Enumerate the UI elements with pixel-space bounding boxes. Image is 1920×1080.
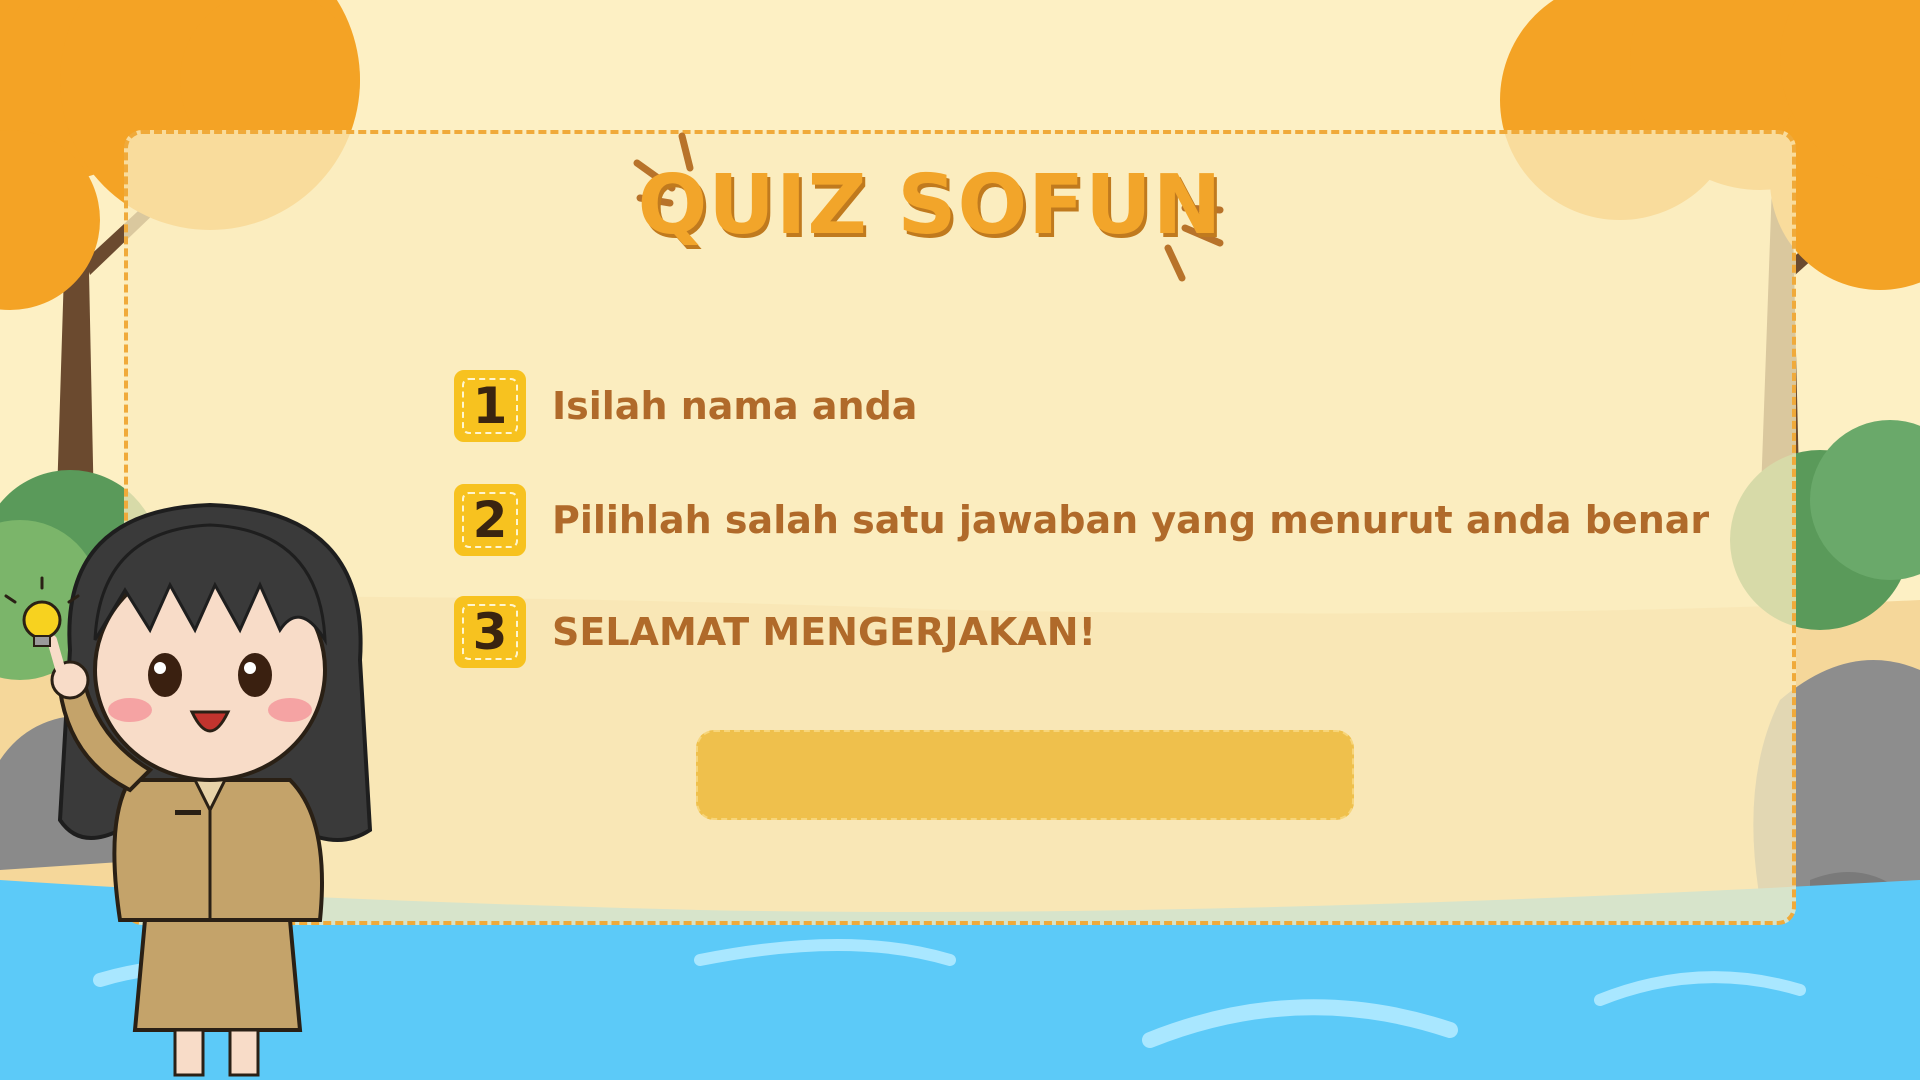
teacher-character-icon	[4, 502, 373, 1077]
title-block: QUIZ SOFUN	[620, 128, 1240, 288]
rule-item-2: 2 Pilihlah salah satu jawaban yang menur…	[454, 482, 1709, 558]
rule-item-3: 3 SELAMAT MENGERJAKAN!	[454, 594, 1096, 670]
number-badge: 2	[454, 484, 526, 556]
rule-item-1: 1 Isilah nama anda	[454, 368, 917, 444]
rule-text: Pilihlah salah satu jawaban yang menurut…	[552, 498, 1710, 542]
start-button[interactable]	[696, 730, 1354, 820]
number-badge: 1	[454, 370, 526, 442]
page-title: QUIZ SOFUN	[637, 158, 1223, 253]
number-badge: 3	[454, 596, 526, 668]
rule-text: Isilah nama anda	[552, 384, 918, 428]
rule-text: SELAMAT MENGERJAKAN!	[552, 610, 1096, 654]
